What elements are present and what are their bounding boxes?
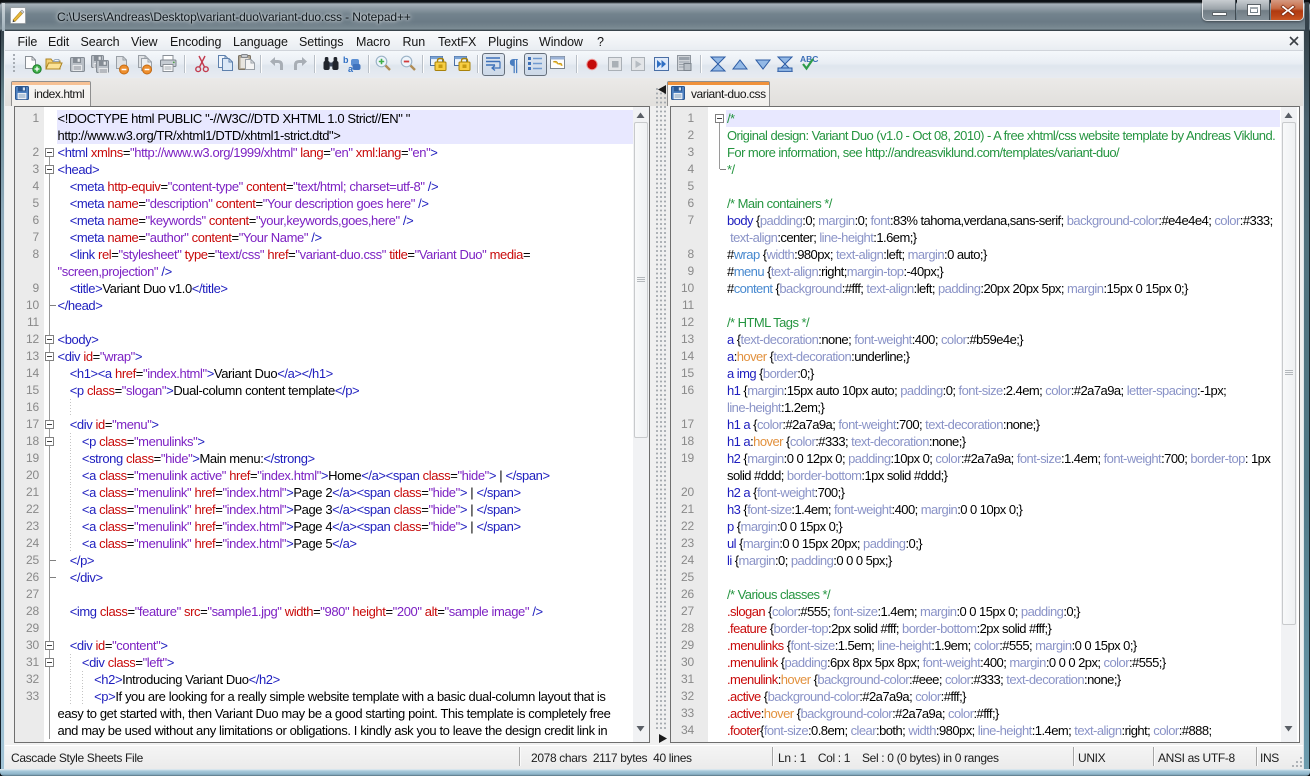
svg-text:¶: ¶ (509, 55, 519, 75)
svg-text:ABC: ABC (800, 54, 818, 64)
